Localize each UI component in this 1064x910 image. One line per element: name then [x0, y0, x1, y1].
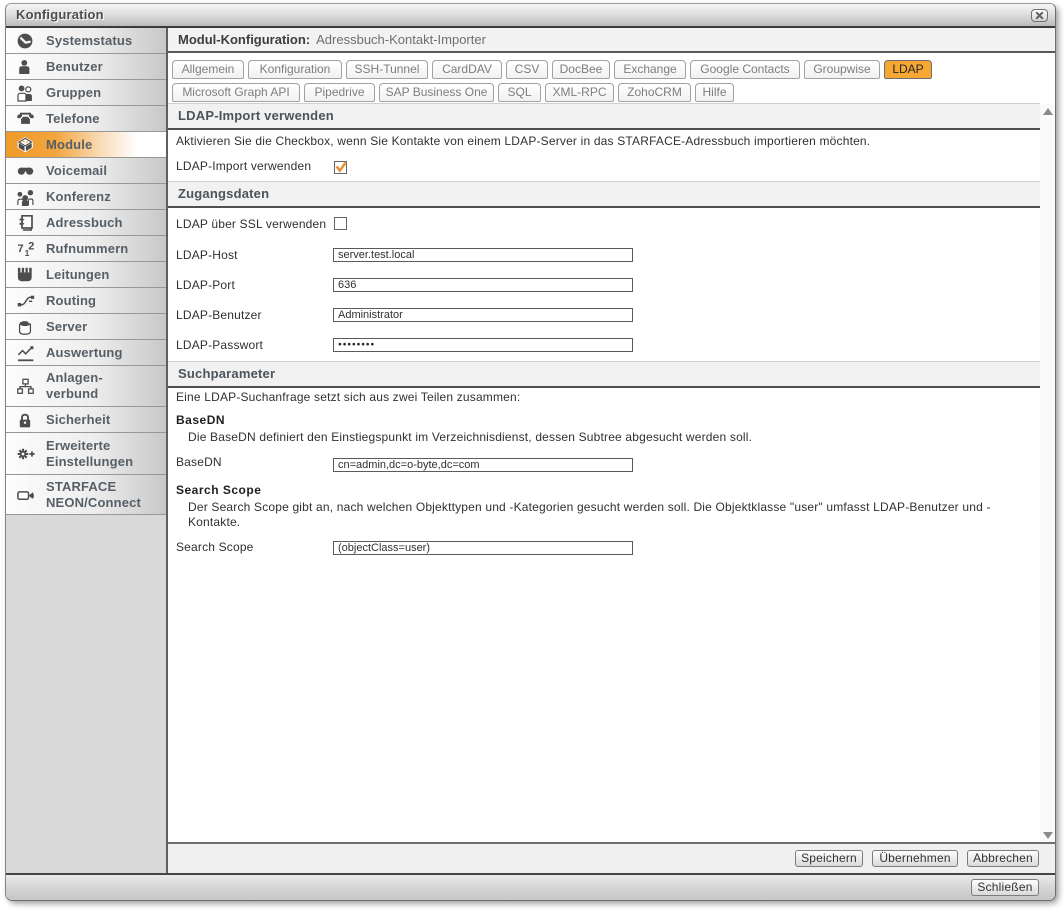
svg-text:2: 2: [28, 241, 34, 253]
svg-text:7: 7: [18, 243, 24, 255]
